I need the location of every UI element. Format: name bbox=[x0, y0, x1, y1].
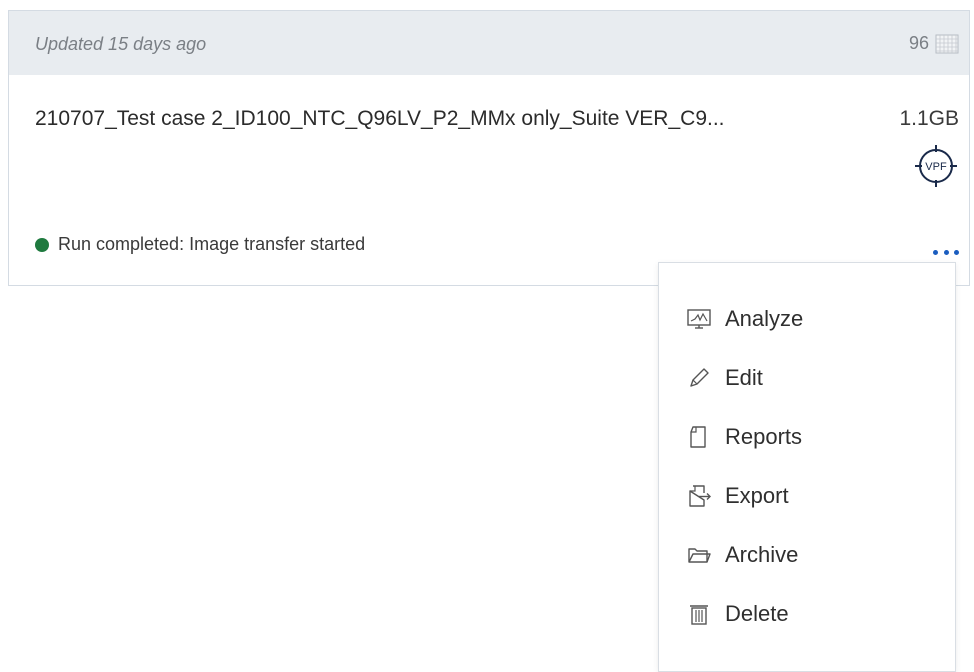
menu-label-delete: Delete bbox=[725, 601, 789, 626]
more-dots-icon[interactable] bbox=[933, 247, 959, 257]
menu-label-edit: Edit bbox=[725, 365, 763, 390]
run-status: Run completed: Image transfer started bbox=[35, 234, 365, 255]
folder-icon bbox=[688, 548, 711, 563]
dot-3 bbox=[954, 249, 959, 255]
menu-label-archive: Archive bbox=[725, 542, 799, 567]
well-count: 96 bbox=[909, 33, 959, 54]
menu-label-export: Export bbox=[725, 483, 789, 508]
menu-label-reports: Reports bbox=[725, 424, 803, 449]
dot-2 bbox=[943, 249, 949, 255]
menu-item-delete[interactable]: Delete bbox=[685, 594, 789, 634]
vpf-badge-text: VPF bbox=[925, 161, 947, 173]
status-dot-icon bbox=[35, 237, 49, 252]
menu-label-analyze: Analyze bbox=[725, 306, 804, 331]
export-icon bbox=[689, 485, 711, 507]
vpf-crosshair-icon: VPF bbox=[915, 145, 957, 187]
menu-item-export[interactable]: Export bbox=[685, 476, 789, 516]
well-count-value: 96 bbox=[908, 33, 929, 53]
pencil-icon bbox=[690, 368, 709, 387]
plate-grid-icon bbox=[935, 34, 959, 53]
updated-label: Updated 15 days ago bbox=[35, 34, 207, 54]
menu-item-edit[interactable]: Edit bbox=[685, 358, 763, 398]
menu-item-reports[interactable]: Reports bbox=[685, 417, 802, 457]
run-name[interactable]: 210707_Test case 2_ID100_NTC_Q96LV_P2_MM… bbox=[35, 107, 725, 131]
run-card[interactable]: Updated 15 days ago 96 210707_Test case … bbox=[8, 10, 970, 286]
menu-item-analyze[interactable]: Analyze bbox=[685, 299, 803, 339]
file-size: 1.1GB bbox=[899, 107, 959, 130]
document-icon bbox=[690, 426, 706, 448]
trash-icon bbox=[690, 605, 708, 625]
context-menu: Analyze Edit Reports Export Archive Dele… bbox=[658, 262, 956, 672]
dot-1 bbox=[933, 249, 938, 255]
menu-item-archive[interactable]: Archive bbox=[685, 535, 798, 575]
card-header: Updated 15 days ago 96 bbox=[9, 11, 969, 75]
monitor-chart-icon bbox=[687, 309, 711, 329]
status-text: Run completed: Image transfer started bbox=[58, 234, 366, 254]
